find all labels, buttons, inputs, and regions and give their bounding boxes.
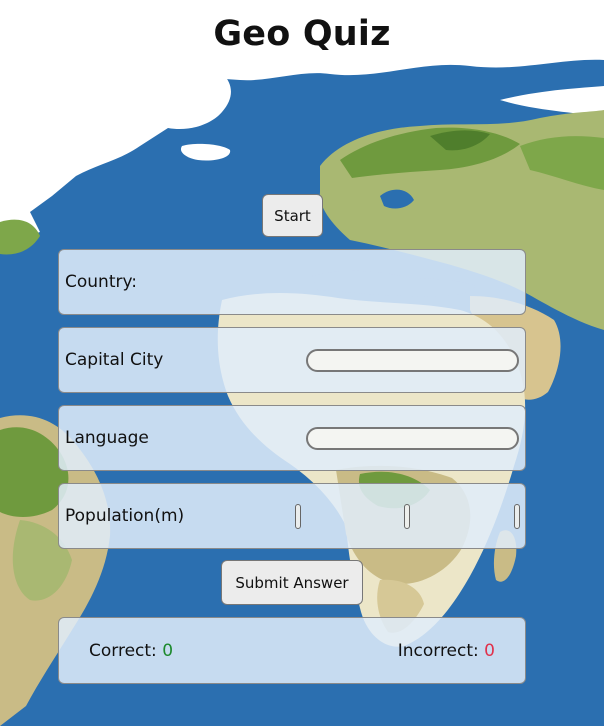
start-button[interactable]: Start <box>262 194 323 237</box>
population-slider-handle[interactable] <box>295 504 301 529</box>
population-slider-handle[interactable] <box>404 504 410 529</box>
country-panel: Country: <box>58 249 526 315</box>
correct-score: Correct: 0 <box>89 641 173 661</box>
language-input[interactable] <box>306 427 519 450</box>
score-panel: Correct: 0 Incorrect: 0 <box>58 617 526 684</box>
incorrect-count: 0 <box>484 640 495 661</box>
population-panel: Population(m) <box>58 483 526 549</box>
language-label: Language <box>65 428 149 448</box>
page-title: Geo Quiz <box>213 14 391 54</box>
language-panel: Language <box>58 405 526 471</box>
correct-label: Correct: <box>89 640 157 661</box>
capital-city-input[interactable] <box>306 349 519 372</box>
submit-answer-button[interactable]: Submit Answer <box>221 560 363 605</box>
capital-city-label: Capital City <box>65 350 164 370</box>
incorrect-label: Incorrect: <box>397 640 479 661</box>
population-slider-handle[interactable] <box>514 504 520 529</box>
incorrect-score: Incorrect: 0 <box>398 641 495 661</box>
country-label: Country: <box>65 272 138 292</box>
capital-city-panel: Capital City <box>58 327 526 393</box>
correct-count: 0 <box>162 640 174 661</box>
population-label: Population(m) <box>65 506 185 526</box>
